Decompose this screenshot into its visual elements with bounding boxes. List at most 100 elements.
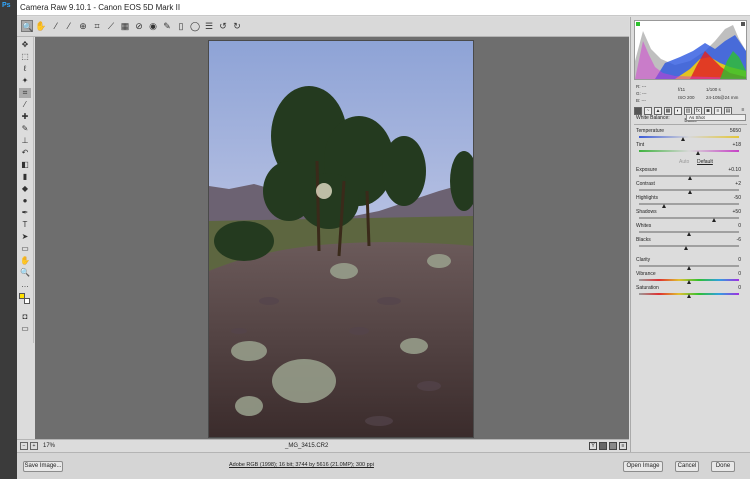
temperature-value[interactable]: 5650 <box>727 128 741 134</box>
shape-tool-icon[interactable]: ▭ <box>19 244 31 254</box>
background-color-swatch[interactable] <box>24 298 30 304</box>
shadows-slider[interactable] <box>639 217 739 219</box>
straighten-icon[interactable]: ⟋ <box>105 20 117 32</box>
before-after-icon[interactable] <box>599 442 607 450</box>
highlight-clipping-icon[interactable] <box>741 22 745 26</box>
tab-tone-curve[interactable]: ~ <box>644 107 652 115</box>
camera-info: R: --- G: --- B: --- f/11 1/100 s ISO 20… <box>634 83 747 105</box>
contrast-slider-thumb[interactable] <box>687 190 692 194</box>
healing-tool-icon[interactable]: ✚ <box>19 112 31 122</box>
whites-value[interactable]: 0 <box>727 223 741 229</box>
g-readout: G: --- <box>636 91 647 96</box>
eyedropper-tool-icon[interactable]: ⁄ <box>19 100 31 110</box>
history-brush-tool-icon[interactable]: ↶ <box>19 148 31 158</box>
toolbar: 🔍 ✋ ⁄ ⁄ ⊕ ⌗ ⟋ ▦ ⊘ ◉ ✎ ▯ ◯ ☰ ↺ ↻ <box>17 17 629 37</box>
screen-mode-icon[interactable]: ▭ <box>19 324 31 334</box>
b-readout: B: --- <box>636 98 646 103</box>
quick-select-tool-icon[interactable]: ✦ <box>19 76 31 86</box>
tint-slider[interactable] <box>639 150 739 152</box>
tab-split-toning[interactable]: ◐ <box>674 107 682 115</box>
tint-slider-thumb[interactable] <box>695 151 700 155</box>
blacks-value[interactable]: -6 <box>727 237 741 243</box>
lasso-tool-icon[interactable]: ℓ <box>19 64 31 74</box>
contrast-value[interactable]: +2 <box>727 181 741 187</box>
highlights-slider[interactable] <box>639 203 739 205</box>
path-select-tool-icon[interactable]: ➤ <box>19 232 31 242</box>
saturation-slider-thumb[interactable] <box>686 294 691 298</box>
done-button[interactable]: Done <box>711 461 735 472</box>
saturation-value[interactable]: 0 <box>727 285 741 291</box>
tint-value[interactable]: +18 <box>727 142 741 148</box>
marquee-tool-icon[interactable]: ⬚ <box>19 52 31 62</box>
zoom-in-icon[interactable]: + <box>30 442 38 450</box>
more-tools-icon[interactable]: … <box>19 280 31 290</box>
lens: 24-105@24 mm <box>706 95 739 100</box>
clarity-value[interactable]: 0 <box>727 257 741 263</box>
tab-basic[interactable] <box>634 107 642 115</box>
photo-preview[interactable] <box>208 40 474 438</box>
default-button[interactable]: Default <box>697 159 713 165</box>
hand-icon[interactable]: ✋ <box>35 20 47 32</box>
shadow-clipping-icon[interactable] <box>636 22 640 26</box>
graduated-filter-icon[interactable]: ▯ <box>175 20 187 32</box>
blacks-slider[interactable] <box>639 245 739 247</box>
save-image-button[interactable]: Save Image... <box>23 461 63 472</box>
workflow-options-link[interactable]: Adobe RGB (1998); 16 bit; 3744 by 5616 (… <box>229 462 374 468</box>
gradient-tool-icon[interactable]: ▮ <box>19 172 31 182</box>
view-mode-icon[interactable]: Y <box>589 442 597 450</box>
blur-tool-icon[interactable]: ◆ <box>19 184 31 194</box>
swap-settings-icon[interactable] <box>609 442 617 450</box>
pen-tool-icon[interactable]: ✒ <box>19 208 31 218</box>
highlights-slider-thumb[interactable] <box>661 204 666 208</box>
clone-stamp-tool-icon[interactable]: ⊥ <box>19 136 31 146</box>
red-eye-icon[interactable]: ◉ <box>147 20 159 32</box>
color-sampler-icon[interactable]: ⁄ <box>63 20 75 32</box>
tab-hsl[interactable]: ▦ <box>664 107 672 115</box>
zoom-out-icon[interactable]: − <box>20 442 28 450</box>
rotate-ccw-icon[interactable]: ↺ <box>217 20 229 32</box>
adjustment-brush-icon[interactable]: ✎ <box>161 20 173 32</box>
targeted-adjustment-icon[interactable]: ⊕ <box>77 20 89 32</box>
crop-icon[interactable]: ⌗ <box>91 20 103 32</box>
vibrance-value[interactable]: 0 <box>727 271 741 277</box>
zoom-icon[interactable]: 🔍 <box>21 20 33 32</box>
brush-tool-icon[interactable]: ✎ <box>19 124 31 134</box>
shadows-value[interactable]: +50 <box>727 209 741 215</box>
clarity-slider-thumb[interactable] <box>686 266 691 270</box>
hand-tool-icon[interactable]: ✋ <box>19 256 31 266</box>
histogram <box>634 20 747 80</box>
highlights-value[interactable]: -50 <box>727 195 741 201</box>
whites-slider-thumb[interactable] <box>686 232 691 236</box>
vibrance-slider-thumb[interactable] <box>686 280 691 284</box>
r-readout: R: --- <box>636 84 647 89</box>
eraser-tool-icon[interactable]: ◧ <box>19 160 31 170</box>
shadows-slider-thumb[interactable] <box>711 218 716 222</box>
radial-filter-icon[interactable]: ◯ <box>189 20 201 32</box>
move-tool-icon[interactable]: ✥ <box>19 40 31 50</box>
type-tool-icon[interactable]: T <box>19 220 31 230</box>
auto-button[interactable]: Auto <box>679 159 689 165</box>
camera-raw-window: Camera Raw 9.10.1 - Canon EOS 5D Mark II… <box>17 0 750 479</box>
toggle-settings-icon[interactable]: ≡ <box>619 442 627 450</box>
rotate-cw-icon[interactable]: ↻ <box>231 20 243 32</box>
spot-removal-icon[interactable]: ⊘ <box>133 20 145 32</box>
transform-icon[interactable]: ▦ <box>119 20 131 32</box>
white-balance-select[interactable]: As Shot <box>686 114 746 121</box>
dodge-tool-icon[interactable]: ● <box>19 196 31 206</box>
shadows-label: Shadows <box>636 209 657 215</box>
temperature-slider-thumb[interactable] <box>680 137 685 141</box>
white-balance-icon[interactable]: ⁄ <box>50 20 62 32</box>
tint-label: Tint <box>636 142 645 148</box>
open-image-button[interactable]: Open Image <box>623 461 663 472</box>
exposure-slider-thumb[interactable] <box>687 176 692 180</box>
tab-detail[interactable]: ▲ <box>654 107 662 115</box>
cancel-button[interactable]: Cancel <box>675 461 699 472</box>
exposure-value[interactable]: +0.10 <box>727 167 741 173</box>
crop-tool-icon[interactable]: ⌗ <box>19 88 31 98</box>
temperature-slider[interactable] <box>639 136 739 138</box>
quick-mask-icon[interactable]: ◘ <box>19 312 31 322</box>
blacks-label: Blacks <box>636 237 651 243</box>
blacks-slider-thumb[interactable] <box>683 246 688 250</box>
zoom-tool-icon[interactable]: 🔍 <box>19 268 31 278</box>
preferences-icon[interactable]: ☰ <box>203 20 215 32</box>
